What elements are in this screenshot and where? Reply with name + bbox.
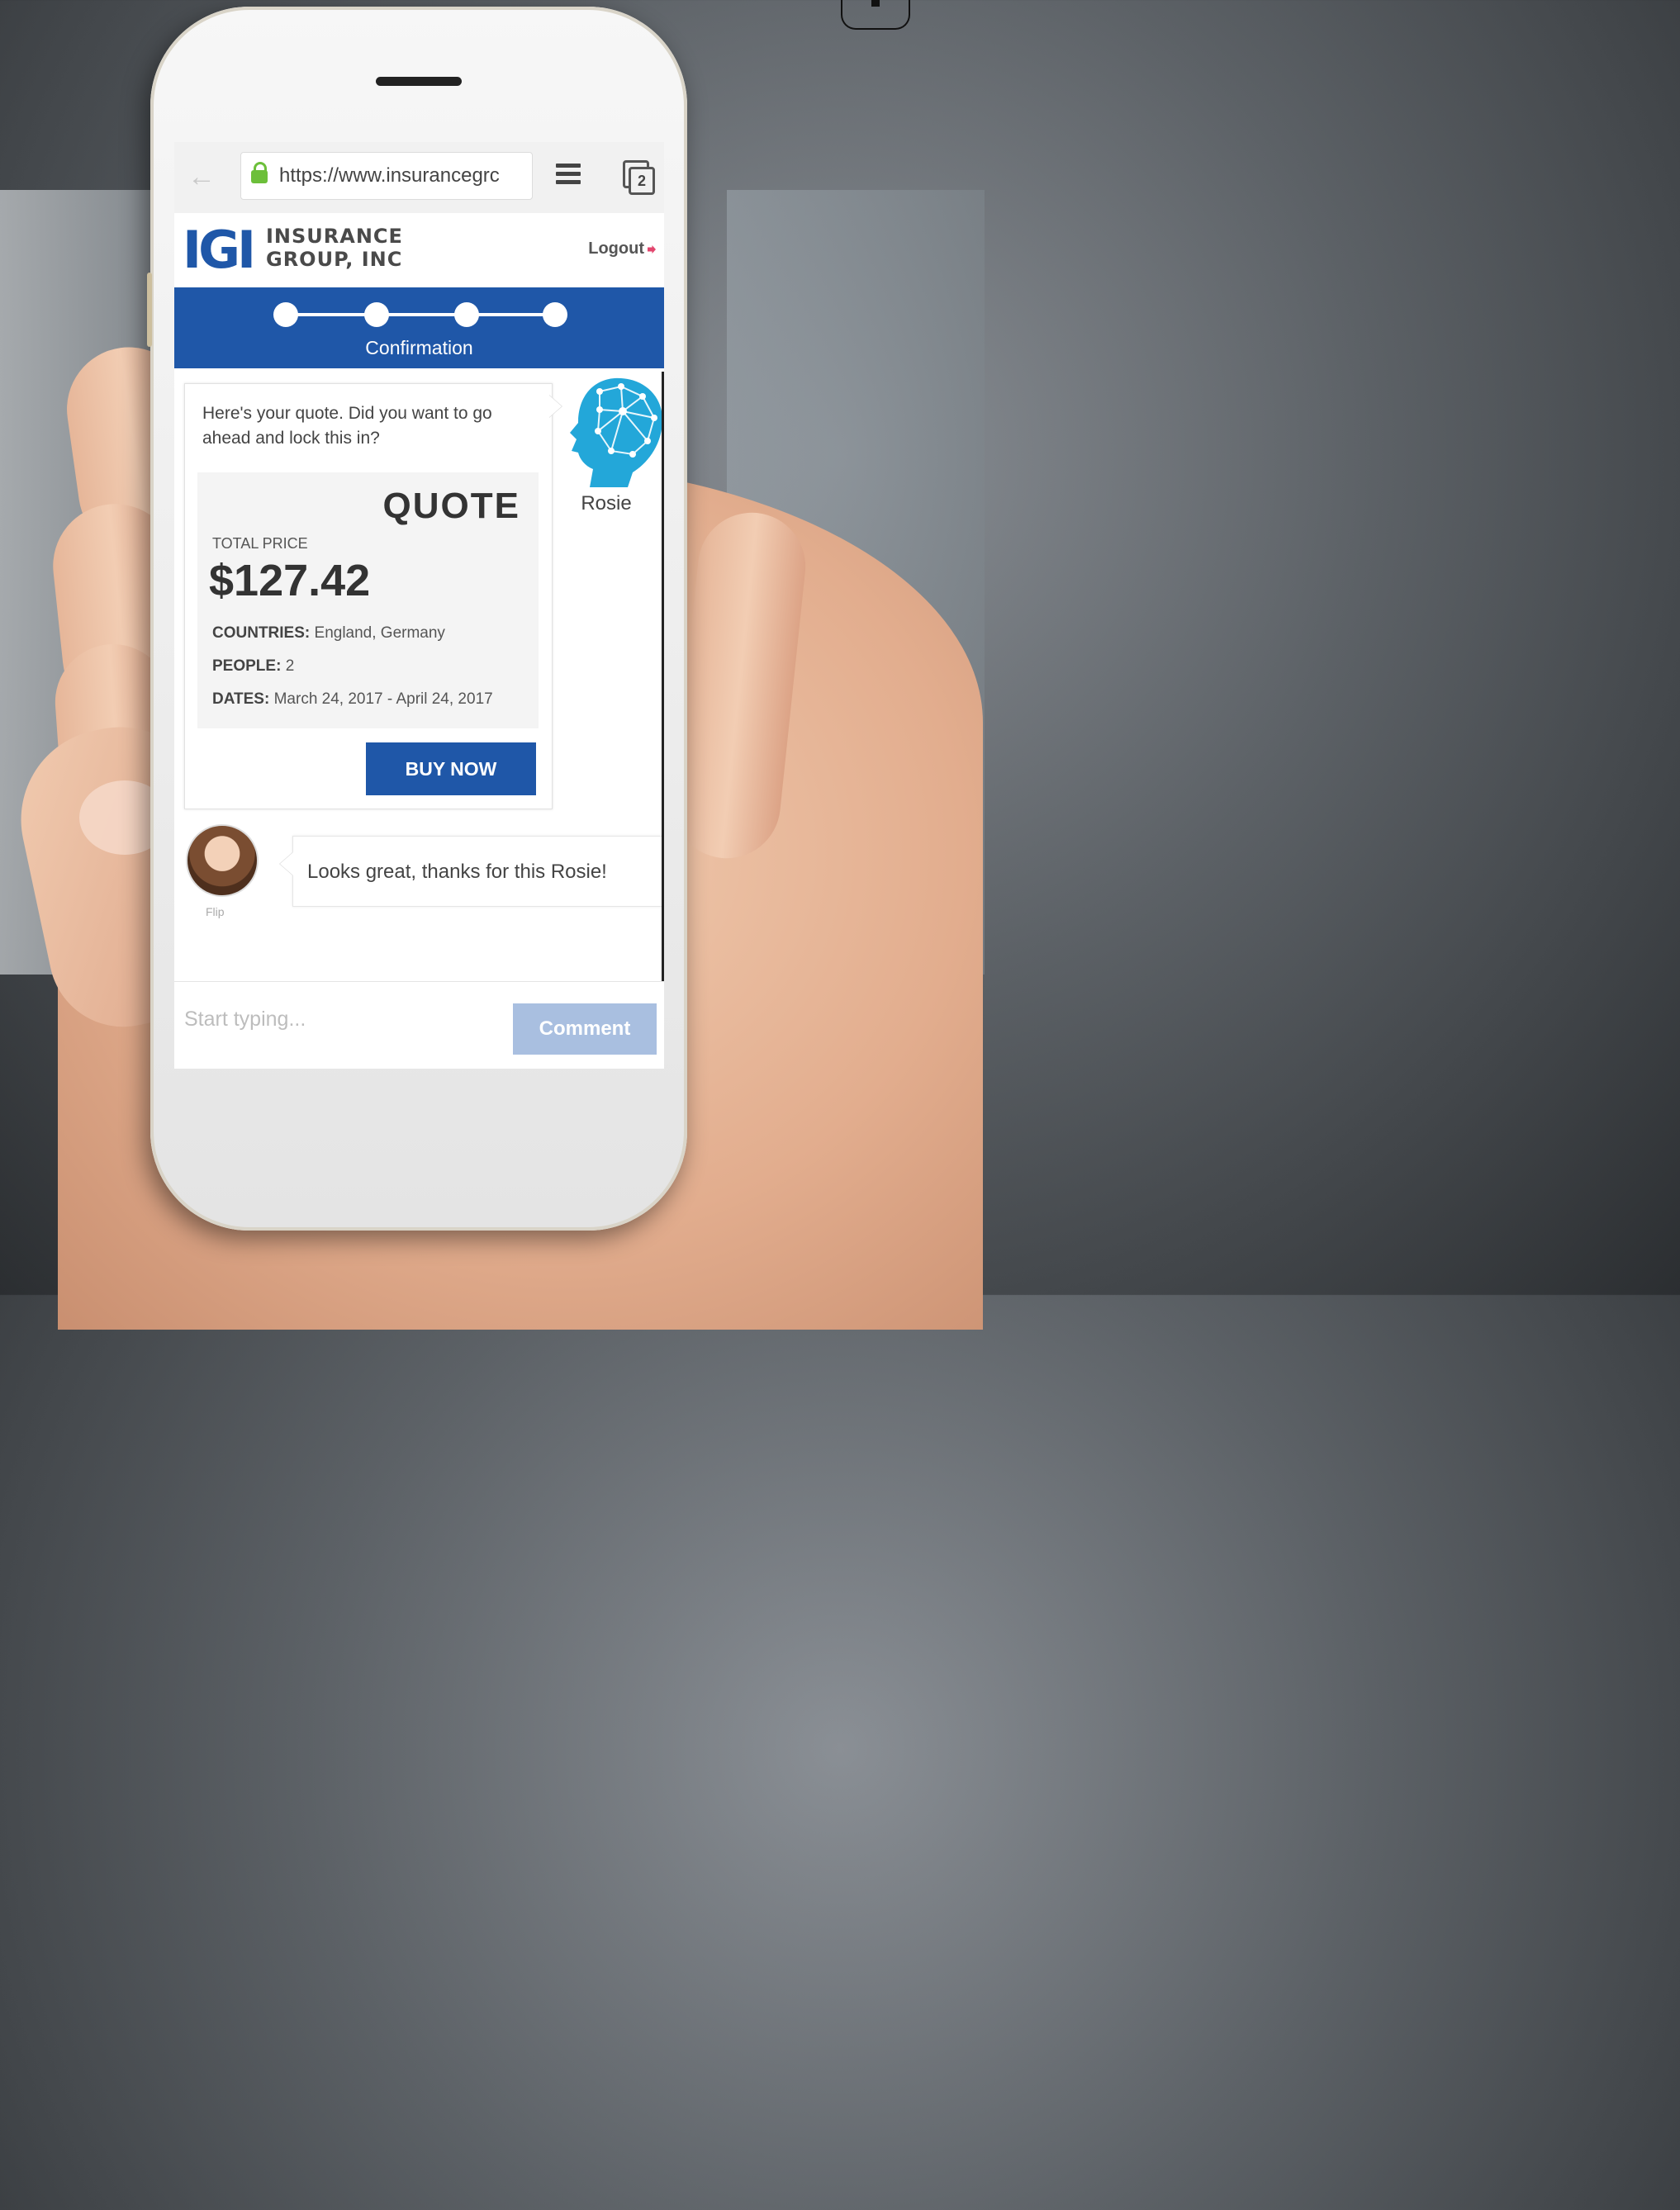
- site-header: IGI INSURANCE GROUP, INC Logout: [174, 213, 664, 287]
- bot-name: Rosie: [581, 492, 632, 515]
- browser-toolbar: ← https://www.insurancegrc 2: [174, 142, 664, 214]
- browser-menu-icon[interactable]: [556, 164, 581, 185]
- bot-message-text: Here's your quote. Did you want to go ah…: [202, 404, 492, 448]
- comment-button[interactable]: Comment: [513, 1003, 657, 1055]
- bot-avatar-icon: [570, 377, 663, 487]
- logo-mark[interactable]: IGI: [183, 225, 256, 276]
- tab-count: 2: [629, 167, 655, 195]
- progress-step-label: Confirmation: [365, 337, 473, 358]
- phone-side-button: [147, 273, 152, 347]
- comment-input[interactable]: [183, 997, 500, 1041]
- comment-composer: Comment: [174, 981, 664, 1069]
- buy-now-button[interactable]: BUY NOW: [366, 742, 536, 795]
- dates-row: DATES: March 24, 2017 - April 24, 2017: [212, 690, 493, 709]
- back-arrow-icon[interactable]: ←: [187, 160, 221, 193]
- url-text[interactable]: https://www.insurancegrc: [279, 164, 527, 187]
- tabs-icon[interactable]: 2: [623, 160, 655, 195]
- total-price-value: $127.42: [209, 556, 371, 605]
- progress-stepper: Confirmation: [174, 287, 664, 368]
- progress-step-2: [364, 302, 389, 327]
- logo-text-line2: GROUP, INC: [266, 248, 403, 271]
- progress-step-4: [543, 302, 567, 327]
- scrollbar[interactable]: [662, 372, 664, 986]
- user-message-text: Looks great, thanks for this Rosie!: [307, 861, 607, 883]
- address-bar[interactable]: https://www.insurancegrc: [240, 152, 533, 200]
- countries-row: COUNTRIES: England, Germany: [212, 624, 445, 643]
- countries-value: England, Germany: [314, 624, 445, 642]
- corner-logo-icon: [841, 0, 910, 30]
- quote-card: QUOTE TOTAL PRICE $127.42 COUNTRIES: Eng…: [197, 472, 539, 728]
- dates-label: DATES:: [212, 690, 270, 708]
- total-price-label: TOTAL PRICE: [212, 535, 308, 552]
- countries-label: COUNTRIES:: [212, 624, 311, 642]
- user-name: Flip: [206, 905, 225, 918]
- dates-value: March 24, 2017 - April 24, 2017: [273, 690, 493, 708]
- phone-screen: ← https://www.insurancegrc 2 IGI INSURAN…: [174, 142, 664, 1069]
- quote-title: QUOTE: [382, 486, 520, 526]
- logout-icon: [648, 245, 656, 254]
- people-value: 2: [285, 657, 295, 675]
- progress-track: [286, 313, 555, 316]
- logout-link[interactable]: Logout: [588, 239, 656, 258]
- people-row: PEOPLE: 2: [212, 657, 294, 676]
- lock-icon: [251, 162, 268, 185]
- people-label: PEOPLE:: [212, 657, 282, 675]
- user-avatar[interactable]: [186, 824, 259, 897]
- phone-speaker: [376, 77, 462, 86]
- logout-label: Logout: [588, 239, 644, 258]
- progress-step-3: [454, 302, 479, 327]
- logo-text-line1: INSURANCE: [266, 225, 403, 248]
- progress-step-1: [273, 302, 298, 327]
- user-bubble-tail: [280, 852, 293, 875]
